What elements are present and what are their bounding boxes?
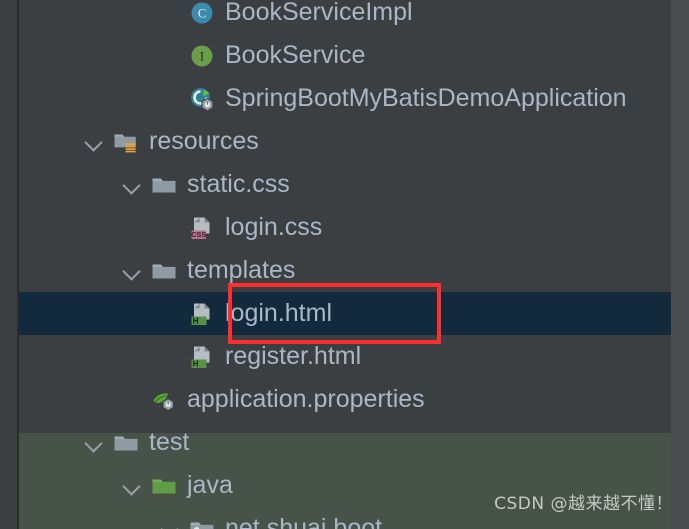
- watermark-text: CSDN @越来越不懂！: [494, 494, 673, 514]
- left-gutter: [0, 0, 17, 529]
- chevron-down-icon[interactable]: [122, 261, 142, 281]
- folder-icon: [150, 257, 178, 285]
- svg-text:H: H: [193, 359, 199, 368]
- css-file-icon: CSS: [188, 214, 216, 242]
- svg-text:C: C: [198, 6, 206, 20]
- tree-row-label: BookService: [225, 41, 366, 69]
- tree-row-label: login.html: [225, 299, 332, 327]
- tree-row[interactable]: C BookServiceImpl: [19, 0, 689, 34]
- tree-row-label: java: [187, 471, 233, 499]
- svg-text:I: I: [200, 49, 204, 63]
- tree-row-label: templates: [187, 256, 296, 284]
- tree-row[interactable]: test: [19, 421, 689, 464]
- chevron-down-icon[interactable]: [122, 476, 142, 496]
- tree-row[interactable]: CSS login.css: [19, 206, 689, 249]
- java-class-icon: C: [188, 0, 216, 27]
- folder-icon: [112, 429, 140, 457]
- svg-text:CSS: CSS: [191, 230, 206, 239]
- test-source-folder-icon: [150, 472, 178, 500]
- resources-folder-icon: [112, 128, 140, 156]
- tree-row[interactable]: resources: [19, 120, 689, 163]
- html-file-icon: H: [188, 300, 216, 328]
- tree-row[interactable]: Hregister.html: [19, 335, 689, 378]
- chevron-down-icon[interactable]: [122, 175, 142, 195]
- tree-row-label: net.shuai.boot: [225, 514, 383, 529]
- tree-row[interactable]: I BookService: [19, 34, 689, 77]
- tree-row[interactable]: SpringBootMyBatisDemoApplication: [19, 77, 689, 120]
- tree-row-label: login.css: [225, 213, 323, 241]
- tree-row-label: register.html: [225, 342, 362, 370]
- svg-text:H: H: [193, 316, 199, 325]
- vertical-scrollbar[interactable]: [671, 0, 689, 529]
- java-interface-icon: I: [188, 42, 216, 70]
- html-file-icon: H: [188, 343, 216, 371]
- tree-row[interactable]: templates: [19, 249, 689, 292]
- package-icon: [188, 515, 216, 529]
- chevron-down-icon[interactable]: [160, 519, 180, 529]
- tree-row[interactable]: application.properties: [19, 378, 689, 421]
- tree-row[interactable]: Hlogin.html: [19, 292, 689, 335]
- tree-row-label: BookServiceImpl: [225, 0, 413, 26]
- tree-row-label: test: [149, 428, 190, 456]
- project-tool-window: C BookServiceImpl I BookService SpringBoot…: [0, 0, 689, 529]
- folder-icon: [150, 171, 178, 199]
- project-file-tree[interactable]: C BookServiceImpl I BookService SpringBoot…: [19, 0, 689, 529]
- tree-row-label: resources: [149, 127, 259, 155]
- tree-row-label: SpringBootMyBatisDemoApplication: [225, 84, 627, 112]
- spring-boot-app-icon: [188, 85, 216, 113]
- tree-row[interactable]: static.css: [19, 163, 689, 206]
- chevron-down-icon[interactable]: [84, 132, 104, 152]
- chevron-down-icon[interactable]: [84, 433, 104, 453]
- tree-row-label: static.css: [187, 170, 290, 198]
- tree-row-label: application.properties: [187, 385, 425, 413]
- spring-properties-icon: [150, 386, 178, 414]
